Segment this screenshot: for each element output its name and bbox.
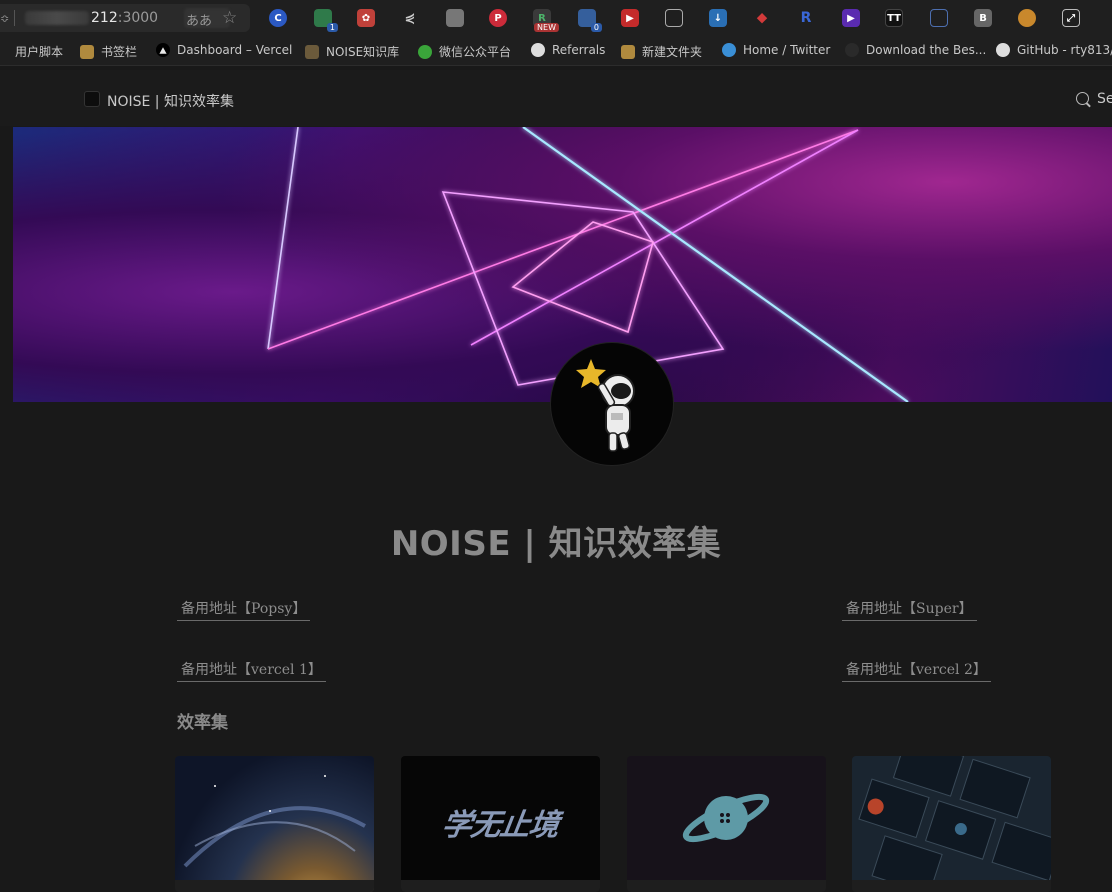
card-footer [401,880,600,892]
extension-edit-icon[interactable]: ⤢ [1062,9,1080,27]
site-info-icon[interactable]: ≎ [0,12,10,25]
extension-cookie-icon[interactable] [1018,9,1036,27]
bookmark-wechat[interactable]: 微信公众平台 [418,43,511,60]
translate-icon[interactable]: ああ [186,10,212,29]
bookmark-vercel[interactable]: Dashboard – Vercel [156,43,292,57]
card-footer [627,880,826,892]
card-footer [175,880,374,892]
avatar [550,342,674,466]
card-learning-text: 学无止境 [439,808,561,843]
extension-r-icon[interactable]: R [797,9,815,27]
site-title[interactable]: NOISE | 知识效率集 [107,91,234,111]
bookmark-new-folder[interactable]: 新建文件夹 [621,43,702,60]
noise-icon [305,44,319,59]
page-title: NOISE | 知识效率集 [390,524,722,564]
galaxy-image [183,775,366,868]
cover-image [13,127,1112,402]
download-site-icon [845,43,859,57]
design-mockup-image [858,756,1051,892]
bookmark-userscripts[interactable]: 用户脚本 [0,43,63,60]
download-icon[interactable]: ↓ [709,9,727,27]
extension-green-icon[interactable]: 1 [314,9,338,32]
divider [14,10,15,26]
bookmark-label: Home / Twitter [743,43,831,57]
github-icon [996,43,1010,57]
card-footer [852,880,1051,892]
share-icon[interactable]: ⋞ [401,9,419,27]
twitter-icon [722,43,736,57]
extension-calendar-icon[interactable] [930,9,948,27]
alt-link-vercel-1[interactable]: 备用地址【vercel 1】 [177,659,326,682]
address-bar[interactable]: ≎ 212:3000 [0,4,250,32]
redacted-host [25,11,89,25]
card-galaxy[interactable] [175,756,374,892]
alt-link-popsy[interactable]: 备用地址【Popsy】 [177,598,311,621]
address-text[interactable]: 212:3000 [91,10,158,26]
alt-link-super[interactable]: 备用地址【Super】 [842,598,977,621]
extension-cloud-icon[interactable]: 0 [578,9,602,32]
extension-blue-circle-icon[interactable]: C [269,9,287,27]
bookmark-label: Referrals [552,43,606,57]
bookmark-noise[interactable]: NOISE知识库 [305,43,399,60]
card-design[interactable] [852,756,1051,892]
extension-palette-icon[interactable]: ✿ [357,9,375,27]
bookmark-label: Download the Bes... [866,43,987,57]
planet-icon [682,793,770,843]
card-learning[interactable]: 学无止境 [401,756,600,892]
extension-purple-icon[interactable]: ▶ [842,9,860,27]
pocket-icon[interactable] [665,9,683,27]
bookmark-icon [0,45,8,59]
astronaut-icon [576,359,635,452]
neon-lines [267,127,909,402]
extension-b-icon[interactable]: B [974,9,992,27]
bookmark-download[interactable]: Download the Bes... [845,43,986,57]
bookmark-referrals[interactable]: Referrals [531,43,605,57]
bookmark-star-icon[interactable]: ☆ [222,8,237,28]
bookmark-label: 用户脚本 [15,45,64,59]
bookmarks-bar: 用户脚本 书签栏 Dashboard – Vercel NOISE知识库 微信公… [0,36,1112,66]
folder-icon [80,44,94,59]
bookmark-label: NOISE知识库 [326,45,400,59]
bookmark-twitter[interactable]: Home / Twitter [722,43,830,57]
youtube-icon[interactable]: ▶ [621,9,639,27]
bookmark-label: GitHub - rty813/... [1017,43,1112,57]
page-header: NOISE | 知识效率集 Se [0,70,1112,126]
bookmark-label: 书签栏 [101,45,138,59]
extension-tt-icon[interactable]: TT [885,9,903,27]
alt-link-vercel-2[interactable]: 备用地址【vercel 2】 [842,659,991,682]
section-title: 效率集 [177,713,228,733]
referrals-icon [531,43,545,57]
search-label[interactable]: Se [1097,91,1112,107]
wechat-icon [418,44,432,59]
extension-red-icon[interactable]: ⬥ [753,9,771,27]
pinterest-icon[interactable]: P [489,9,507,27]
bookmark-folder-bar[interactable]: 书签栏 [80,43,137,60]
card-planet[interactable] [627,756,826,892]
browser-toolbar: ≎ 212:3000 ああ ☆ C 1 ✿ ⋞ P R NEW 0 ▶ ↓ ⬥ R… [0,0,1112,36]
bookmark-label: 微信公众平台 [439,45,512,59]
extension-chat-icon[interactable] [446,9,464,27]
search-icon[interactable] [1076,92,1089,105]
extension-new-icon[interactable]: R NEW [533,9,559,32]
site-logo[interactable] [84,91,100,107]
folder-icon [621,44,635,59]
bookmark-label: Dashboard – Vercel [177,43,293,57]
vercel-icon [156,43,170,57]
bookmark-label: 新建文件夹 [642,45,703,59]
bookmark-github[interactable]: GitHub - rty813/... [996,43,1112,57]
